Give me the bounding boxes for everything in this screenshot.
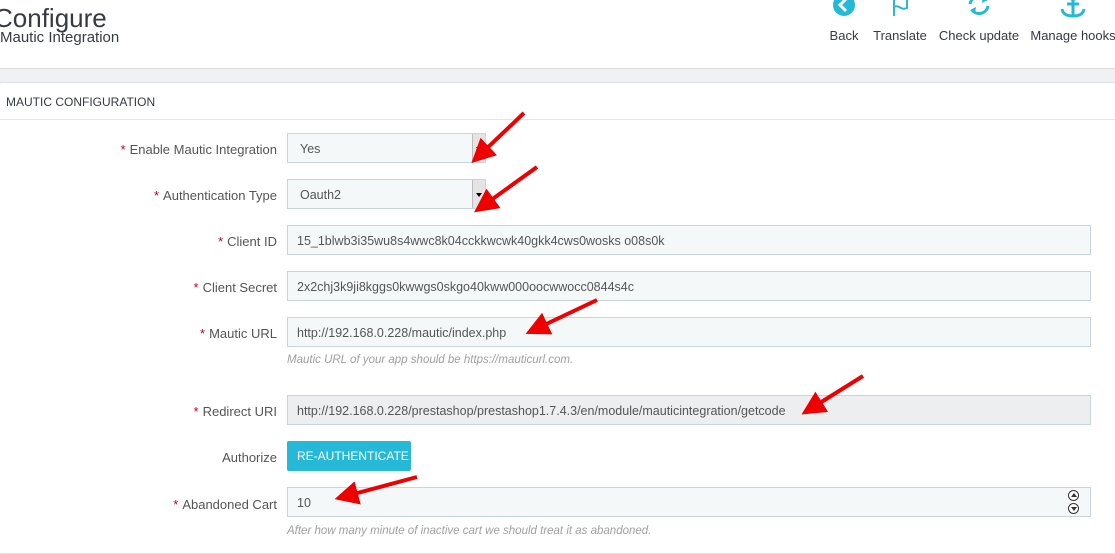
abandoned-cart-label: * Abandoned Cart bbox=[173, 497, 277, 512]
redirect-uri-label: * Redirect URI bbox=[193, 404, 277, 419]
redirect-uri-input: http://192.168.0.228/prestashop/prestash… bbox=[287, 395, 1091, 425]
stepper-up-icon[interactable] bbox=[1068, 490, 1079, 501]
quantity-stepper[interactable] bbox=[1068, 490, 1082, 516]
translate-label: Translate bbox=[873, 28, 927, 43]
manage-hooks-label: Manage hooks bbox=[1030, 28, 1115, 43]
required-mark: * bbox=[193, 280, 199, 295]
auth-type-value: Oauth2 bbox=[300, 188, 342, 202]
refresh-icon bbox=[968, 0, 990, 15]
authorize-label: Authorize bbox=[222, 450, 277, 465]
client-secret-value: 2x2chj3k9ji8kggs0kwwgs0skgo40kww000oocww… bbox=[297, 280, 634, 294]
abandoned-cart-value: 10 bbox=[297, 496, 311, 510]
abandoned-cart-help: After how many minute of inactive cart w… bbox=[287, 525, 652, 537]
stepper-down-icon[interactable] bbox=[1068, 503, 1079, 514]
required-mark: * bbox=[200, 326, 206, 341]
enable-integration-select[interactable]: Yes bbox=[287, 133, 486, 163]
client-secret-label: * Client Secret bbox=[193, 280, 277, 295]
re-authenticate-button[interactable]: RE-AUTHENTICATE bbox=[287, 441, 411, 471]
mautic-url-value: http://192.168.0.228/mautic/index.php bbox=[297, 326, 507, 340]
panel-title: MAUTIC CONFIGURATION bbox=[6, 95, 156, 109]
redirect-uri-value: http://192.168.0.228/prestashop/prestash… bbox=[297, 404, 786, 418]
back-button[interactable]: Back bbox=[826, 0, 862, 50]
mautic-url-label: * Mautic URL bbox=[200, 326, 277, 341]
auth-type-label: * Authentication Type bbox=[153, 188, 277, 203]
client-id-value: 15_1blwb3i35wu8s4wwc8k04cckkwcwk40gkk4cw… bbox=[297, 234, 665, 248]
required-mark: * bbox=[153, 188, 160, 203]
client-id-input[interactable]: 15_1blwb3i35wu8s4wwc8k04cckkwcwk40gkk4cw… bbox=[287, 225, 1091, 255]
flag-icon bbox=[893, 0, 908, 16]
required-mark: * bbox=[120, 142, 126, 157]
chevron-down-icon bbox=[472, 180, 485, 208]
enable-integration-value: Yes bbox=[300, 142, 321, 156]
mautic-url-input[interactable]: http://192.168.0.228/mautic/index.php bbox=[287, 317, 1091, 347]
page-subtitle: Mautic Integration bbox=[0, 29, 120, 46]
enable-integration-label: * Enable Mautic Integration bbox=[120, 142, 278, 157]
mautic-url-help: Mautic URL of your app should be https:/… bbox=[287, 354, 574, 366]
translate-button[interactable]: Translate bbox=[869, 0, 931, 50]
required-mark: * bbox=[193, 404, 199, 419]
auth-type-select[interactable]: Oauth2 bbox=[287, 179, 486, 209]
required-mark: * bbox=[218, 234, 224, 249]
client-secret-input[interactable]: 2x2chj3k9ji8kggs0kwwgs0skgo40kww000oocww… bbox=[287, 271, 1091, 301]
client-id-label: * Client ID bbox=[218, 234, 277, 249]
back-label: Back bbox=[829, 28, 859, 43]
page-header: Configure Mautic Integration Back Transl… bbox=[0, 0, 1115, 69]
anchor-icon bbox=[1060, 0, 1086, 18]
panel-heading: MAUTIC CONFIGURATION bbox=[0, 83, 1115, 120]
re-authenticate-label: RE-AUTHENTICATE bbox=[297, 449, 409, 463]
required-mark: * bbox=[173, 497, 179, 512]
manage-hooks-button[interactable]: Manage hooks bbox=[1029, 0, 1115, 50]
abandoned-cart-input[interactable]: 10 bbox=[287, 487, 1091, 517]
chevron-down-icon bbox=[472, 134, 485, 162]
check-update-button[interactable]: Check update bbox=[938, 0, 1020, 50]
back-icon bbox=[833, 0, 855, 16]
check-update-label: Check update bbox=[938, 28, 1020, 43]
